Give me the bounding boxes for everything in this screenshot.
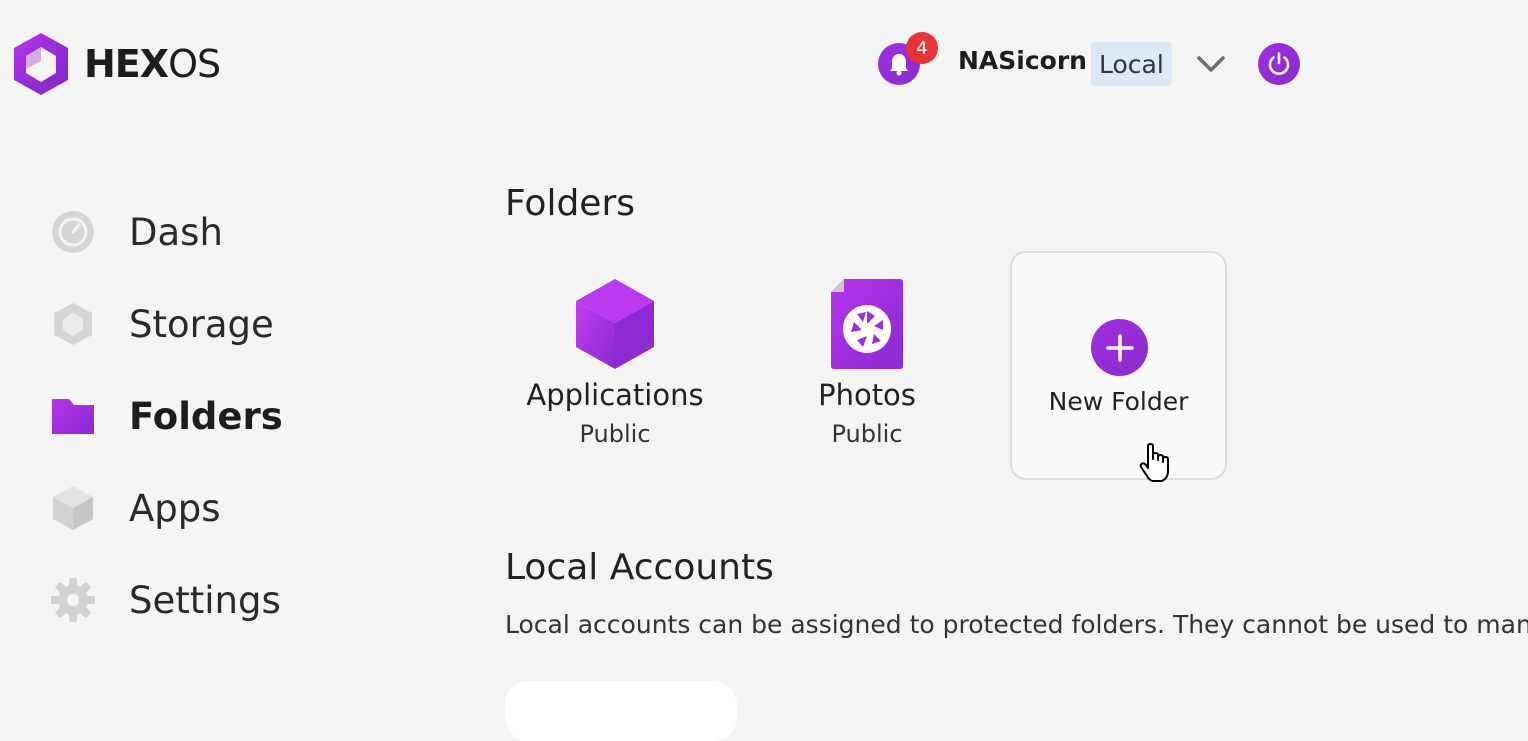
dash-icon xyxy=(50,209,96,255)
sidebar-item-label: Settings xyxy=(129,578,281,622)
new-folder-button[interactable]: New Folder xyxy=(1010,251,1227,480)
sidebar-item-storage[interactable]: Storage xyxy=(50,294,274,354)
local-accounts-description: Local accounts can be assigned to protec… xyxy=(505,610,1528,639)
cube-icon xyxy=(576,279,654,369)
hexos-logo-icon xyxy=(14,33,68,95)
gear-icon xyxy=(50,577,96,623)
sidebar-item-label: Dash xyxy=(129,210,223,254)
local-accounts-heading: Local Accounts xyxy=(505,547,774,588)
sidebar-item-label: Storage xyxy=(129,302,274,346)
bell-icon xyxy=(890,54,908,76)
folder-visibility: Public xyxy=(579,420,651,448)
folders-heading: Folders xyxy=(505,183,636,224)
sidebar-item-dash[interactable]: Dash xyxy=(50,202,223,262)
plus-icon xyxy=(1091,319,1148,376)
new-folder-label: New Folder xyxy=(1048,387,1189,416)
sidebar-item-folders[interactable]: Folders xyxy=(50,386,283,446)
sidebar-item-apps[interactable]: Apps xyxy=(50,478,221,538)
sidebar-item-label: Folders xyxy=(129,394,283,438)
folder-applications[interactable]: Applications Public xyxy=(505,278,725,448)
server-name: NASicorn xyxy=(958,46,1087,75)
folder-name: Photos xyxy=(818,378,916,412)
server-tag: Local xyxy=(1091,42,1172,86)
folder-name: Applications xyxy=(526,378,704,412)
logo[interactable]: HEXOS xyxy=(12,31,221,97)
hand-cursor-icon xyxy=(1139,443,1169,482)
storage-icon xyxy=(50,301,96,347)
folder-photos[interactable]: Photos Public xyxy=(757,278,977,448)
notification-badge: 4 xyxy=(906,32,938,64)
sidebar-item-settings[interactable]: Settings xyxy=(50,570,281,630)
sidebar-item-label: Apps xyxy=(129,486,221,530)
folder-icon xyxy=(50,393,96,439)
aperture-icon xyxy=(831,279,903,369)
logo-text: HEXOS xyxy=(84,42,221,86)
power-icon xyxy=(1268,52,1290,75)
apps-icon xyxy=(50,485,96,531)
chevron-down-icon[interactable] xyxy=(1195,50,1227,78)
power-button[interactable] xyxy=(1258,43,1300,85)
account-card[interactable] xyxy=(505,681,737,741)
folder-visibility: Public xyxy=(831,420,903,448)
